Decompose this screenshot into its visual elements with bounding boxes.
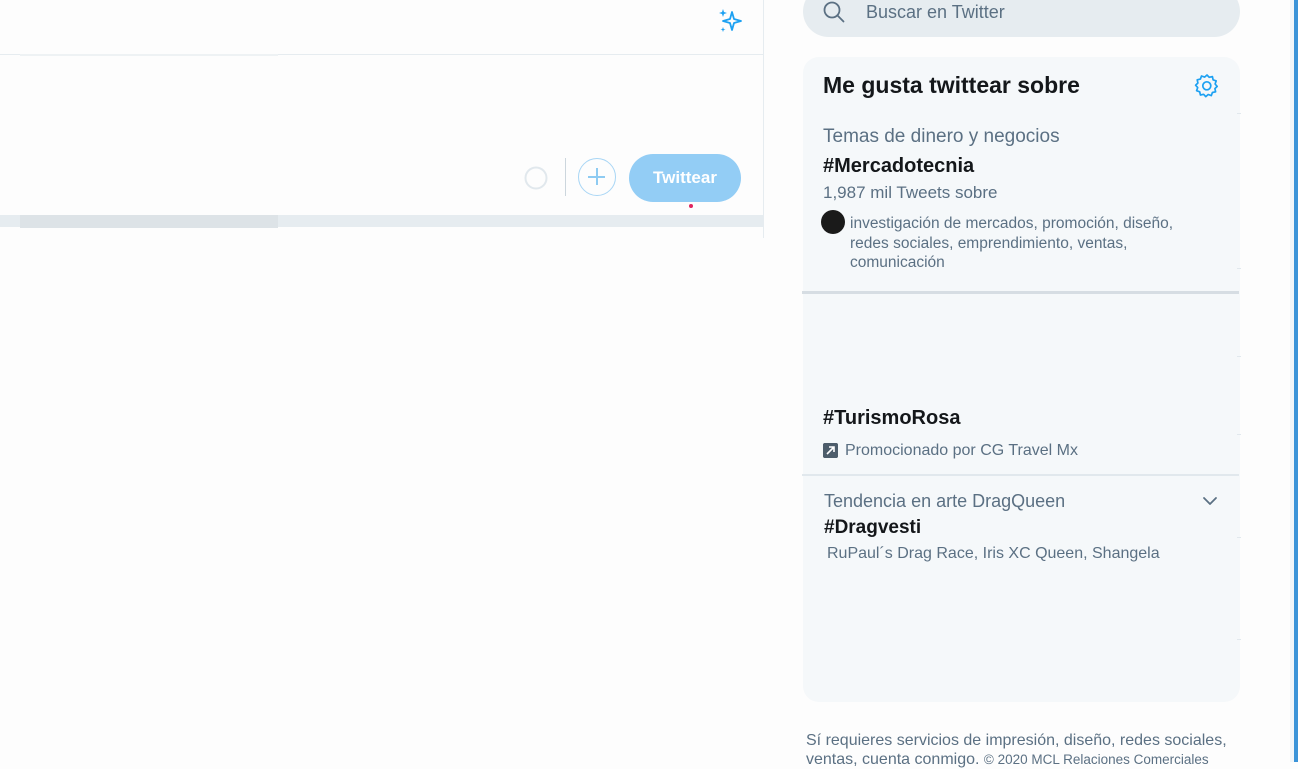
topic-bullet-icon [821,210,845,234]
promoted-icon [823,443,838,458]
related-line: comunicación [850,254,945,271]
trend-related-topics: investigación de mercados, promoción, di… [850,214,1173,273]
search-placeholder[interactable]: Buscar en Twitter [866,2,1005,23]
trend-related-topics: RuPaul´s Drag Race, Iris XC Queen, Shang… [827,545,1160,562]
trends-title: Me gusta twittear sobre [823,72,1080,98]
trend-divider [802,291,1239,294]
trend-hashtag[interactable]: #Mercadotecnia [823,155,974,178]
row-tick [1237,113,1241,114]
trend-divider [802,474,1239,476]
trend-hashtag[interactable]: #TurismoRosa [823,407,960,430]
trend-context[interactable]: Tendencia en arte DragQueen [824,491,1065,512]
composer-gap-segment [20,215,278,228]
search-icon [823,1,845,23]
trend-hashtag[interactable]: #Dragvesti [824,517,921,539]
related-line: redes sociales, emprendimiento, ventas, [850,234,1128,252]
trends-panel [803,57,1240,702]
chevron-down-icon[interactable] [1200,491,1220,511]
promoted-label[interactable]: Promocionado por CG Travel Mx [845,442,1078,460]
related-line: investigación de mercados, promoción, di… [850,215,1174,232]
row-tick [1237,639,1241,640]
trend-tweet-count: 1,987 mil Tweets sobre [823,183,998,202]
row-tick [1237,537,1241,538]
sparkle-icon[interactable] [716,6,746,36]
column-divider [763,0,764,238]
composer-separator [565,158,566,196]
main-column [0,0,763,238]
tweet-button[interactable]: Twittear [629,154,741,202]
settings-icon[interactable] [1194,73,1220,99]
footer-copyright: © 2020 MCL Relaciones Comerciales [983,752,1209,767]
trend-context[interactable]: Temas de dinero y negocios [823,126,1060,148]
add-tweet-button[interactable] [578,158,616,196]
footer-line: ventas, cuenta conmigo. © 2020 MCL Relac… [806,750,1256,769]
row-tick [1237,434,1241,435]
cursor-dot [689,204,693,208]
row-tick [1237,356,1241,357]
header-divider-segment [20,54,278,56]
footer-bio: Sí requieres servicios de impresión, dis… [806,731,1256,769]
footer-line: Sí requieres servicios de impresión, dis… [806,732,1227,749]
footer-line-main: ventas, cuenta conmigo. [806,751,980,768]
window-edge [1294,0,1298,762]
row-tick [1237,268,1241,269]
character-progress-ring [524,166,548,190]
